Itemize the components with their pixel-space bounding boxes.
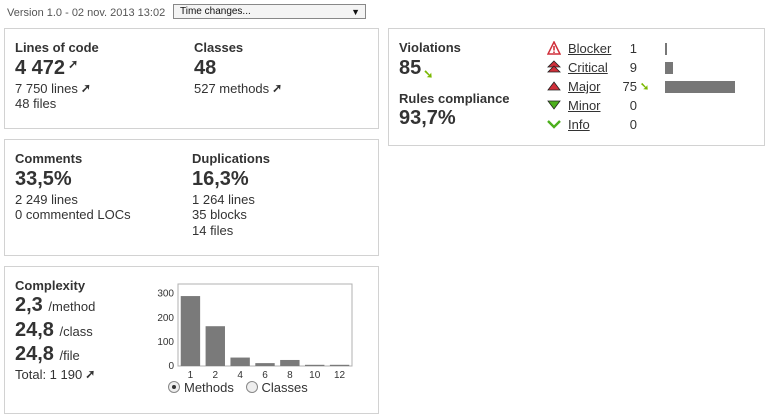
complexity-distribution-chart: 0100200300 1 2 4 6 8 10 12 [157, 283, 353, 381]
severity-row-minor: Minor 0 [547, 98, 747, 114]
severity-link-critical[interactable]: Critical [568, 60, 608, 76]
duplications-title: Duplications [192, 151, 271, 166]
comments-title: Comments [15, 151, 83, 166]
complexity-per-class: 24,8 /class [15, 319, 93, 342]
rules-compliance-value: 93,7% [399, 107, 456, 129]
chart-y-tick-label: 0 [168, 361, 174, 372]
severity-bar [665, 62, 674, 74]
commented-locs: 0 commented LOCs [15, 207, 131, 222]
chart-bar-1 [180, 296, 201, 366]
chart-bar-6 [255, 363, 275, 366]
chart-y-tick-label: 300 [157, 289, 174, 300]
methods-radio-label[interactable]: Methods [184, 380, 234, 395]
severity-link-blocker[interactable]: Blocker [568, 41, 611, 57]
complexity-per-method-value: 2,3 [15, 294, 43, 316]
critical-icon [547, 60, 561, 74]
severity-row-info: Info 0 [547, 117, 747, 133]
severity-row-blocker: Blocker 1 [546, 40, 747, 57]
methods-count: 527 methods ➚ [194, 81, 282, 96]
severity-row-major: Major 75 ➘ [547, 79, 747, 95]
trend-up-icon: ➚ [272, 81, 283, 95]
complexity-title: Complexity [15, 278, 86, 293]
severity-link-info[interactable]: Info [568, 117, 590, 133]
chart-bar-10 [305, 364, 325, 366]
lines-of-code-title: Lines of code [15, 40, 99, 55]
severity-count: 0 [629, 98, 637, 113]
lines-of-code-value: 4 472 ➚ [15, 57, 78, 80]
trend-down-green-icon: ➘ [423, 67, 434, 81]
chart-y-tick-label: 100 [157, 337, 174, 348]
minor-icon [547, 98, 561, 112]
lines-count-text: 7 750 lines [15, 81, 78, 96]
severity-count: 9 [629, 60, 637, 75]
severity-row-critical: Critical 9 [547, 60, 747, 76]
duplicated-blocks: 35 blocks [192, 207, 247, 222]
violations-number: 85 [399, 57, 422, 79]
trend-up-icon: ➚ [85, 367, 96, 381]
severity-count: 0 [629, 117, 637, 132]
major-icon [547, 79, 561, 93]
classes-value: 48 [194, 57, 217, 79]
severity-count: 1 [629, 41, 637, 56]
severity-link-minor[interactable]: Minor [568, 98, 601, 114]
comment-lines: 2 249 lines [15, 192, 78, 207]
complexity-per-file-unit: /file [59, 348, 80, 363]
complexity-per-method-unit: /method [48, 299, 96, 314]
complexity-per-class-unit: /class [59, 324, 93, 339]
classes-title: Classes [194, 40, 244, 55]
chevron-down-icon[interactable]: ▼ [351, 6, 360, 18]
complexity-mode-radio-group: Methods Classes [168, 380, 308, 395]
chart-bar-4 [230, 357, 250, 366]
chart-bar-8 [280, 359, 300, 366]
trend-up-icon: ➚ [68, 57, 79, 71]
chart-plot-area [177, 283, 353, 367]
comments-value: 33,5% [15, 168, 72, 190]
time-changes-select-value: Time changes... [180, 6, 251, 17]
chart-bar-12 [329, 364, 350, 366]
lines-of-code-number: 4 472 [15, 57, 66, 79]
violations-widget: Violations 85 ➘ Rules compliance 93,7% Bl… [388, 28, 765, 146]
complexity-per-file-value: 24,8 [15, 343, 54, 365]
classes-radio-option[interactable]: Classes [245, 380, 308, 395]
chart-bar-2 [205, 326, 225, 366]
rules-compliance-title: Rules compliance [399, 91, 510, 106]
severity-link-major[interactable]: Major [568, 79, 601, 95]
duplications-value: 16,3% [192, 168, 249, 190]
trend-down-green-icon: ➘ [640, 81, 650, 93]
chart-x-tick-label: 10 [309, 370, 321, 381]
complexity-widget: Complexity 2,3 /method 24,8 /class 24,8 … [4, 266, 379, 414]
complexity-per-method: 2,3 /method [15, 294, 95, 317]
complexity-total-text: Total: 1 190 [15, 367, 83, 382]
blocker-icon [546, 40, 562, 55]
methods-radio-option[interactable]: Methods [168, 380, 238, 395]
severity-bar [665, 43, 667, 55]
complexity-per-file: 24,8 /file [15, 343, 80, 366]
severity-bar [665, 81, 735, 93]
methods-radio-button[interactable] [168, 381, 180, 393]
methods-count-text: 527 methods [194, 81, 270, 96]
duplicated-files: 14 files [192, 223, 234, 238]
time-changes-select[interactable]: Time changes... ▼ [173, 4, 366, 19]
info-icon [547, 117, 561, 131]
complexity-total: Total: 1 190 ➚ [15, 367, 95, 382]
files-count: 48 files [15, 96, 57, 111]
classes-radio-button[interactable] [245, 381, 258, 393]
duplicated-lines: 1 264 lines [192, 192, 255, 207]
classes-radio-label[interactable]: Classes [262, 380, 308, 395]
comments-duplications-widget: Comments 33,5% 2 249 lines 0 commented L… [4, 139, 379, 256]
trend-up-icon: ➚ [80, 81, 91, 95]
violations-title: Violations [399, 40, 461, 55]
severity-count: 75 [622, 79, 637, 94]
violations-value: 85 ➘ [399, 57, 433, 81]
chart-y-tick-label: 200 [157, 313, 174, 324]
size-widget: Lines of code 4 472 ➚ 7 750 lines ➚ 48 fil… [4, 28, 379, 129]
lines-count: 7 750 lines ➚ [15, 81, 91, 96]
complexity-per-class-value: 24,8 [15, 319, 54, 341]
version-label: Version 1.0 - 02 nov. 2013 13:02 [7, 7, 166, 19]
chart-x-tick-label: 12 [334, 370, 346, 381]
